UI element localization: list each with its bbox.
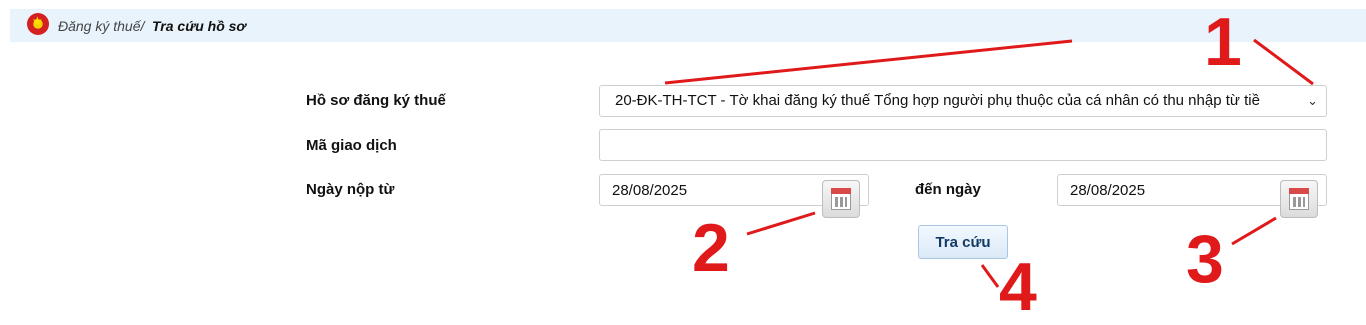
annotation-2: 2	[692, 210, 730, 286]
annotation-lines	[664, 38, 1314, 288]
annotation-3: 3	[1186, 221, 1224, 297]
annotation-1: 1	[1204, 4, 1242, 80]
annotation-4: 4	[999, 249, 1037, 325]
